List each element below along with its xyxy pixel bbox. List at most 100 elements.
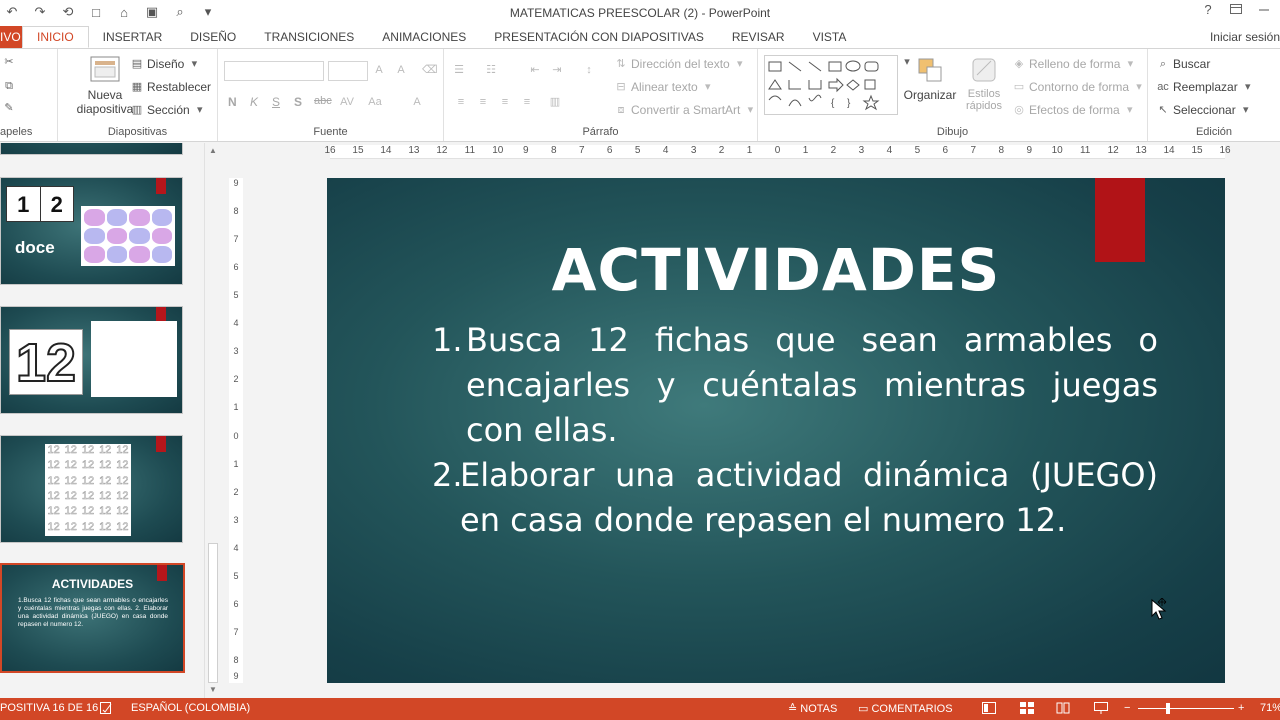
underline-button[interactable]: S <box>272 95 280 109</box>
scroll-up-icon[interactable]: ▲ <box>207 145 219 157</box>
font-size-input[interactable] <box>328 61 368 81</box>
font-group: A A ⌫ N K S S abc AV Aa A Fuente <box>218 49 444 141</box>
thumbnail-scrollbar[interactable]: ▲ ▼ <box>204 143 220 698</box>
zoom-slider-thumb[interactable] <box>1166 703 1170 714</box>
align-left-icon[interactable]: ≡ <box>454 95 468 109</box>
slide-thumbnail-13[interactable]: 1 2 doce <box>0 177 183 285</box>
minimize-icon[interactable] <box>1254 2 1274 17</box>
decrease-font-size-icon[interactable]: A <box>394 63 408 77</box>
increase-font-size-icon[interactable]: A <box>372 63 386 77</box>
bold-button[interactable]: N <box>228 95 237 109</box>
slide-thumbnail-14[interactable]: 12 <box>0 306 183 414</box>
slideshow-icon[interactable] <box>1094 702 1108 717</box>
bullets-icon[interactable]: ☰ <box>452 63 466 77</box>
tab-file[interactable]: IVO <box>0 26 22 48</box>
list-item-text: Busca 12 fichas que sean armables o enca… <box>466 321 1158 449</box>
zoom-slider[interactable] <box>1138 708 1234 709</box>
comments-button[interactable]: ▭ COMENTARIOS <box>858 702 953 715</box>
ribbon-display-options-icon[interactable] <box>1226 2 1246 17</box>
tab-animations[interactable]: ANIMACIONES <box>368 26 480 48</box>
clear-formatting-icon[interactable]: ⌫ <box>422 63 438 77</box>
chevron-down-icon: ▾ <box>1127 58 1134 70</box>
format-painter-icon[interactable]: ✎ <box>2 101 16 115</box>
layout-button[interactable]: ▤ Diseño ▾ <box>130 57 201 71</box>
align-right-icon[interactable]: ≡ <box>498 95 512 109</box>
number-practice-sheet: 12 12 12 12 12 12 12 12 12 12 12 12 12 12 12 12 12 12 1… <box>45 444 131 536</box>
clipboard-group: ✂ ⧉ ✎ apeles <box>0 49 58 141</box>
italic-button[interactable]: K <box>250 95 258 109</box>
tab-design[interactable]: DISEÑO <box>176 26 250 48</box>
scrollbar-thumb[interactable] <box>208 543 218 683</box>
ruler-tick-label: 2 <box>830 145 837 156</box>
comment-icon: ▭ <box>858 703 869 715</box>
reset-button[interactable]: ▦ Restablecer <box>130 80 211 94</box>
ruler-tick-label: 3 <box>690 145 697 156</box>
tab-slideshow[interactable]: PRESENTACIÓN CON DIAPOSITIVAS <box>480 26 718 48</box>
shapes-gallery[interactable]: { } <box>764 55 898 115</box>
arrange-button[interactable]: Organizar <box>902 55 958 102</box>
tab-review[interactable]: REVISAR <box>718 26 799 48</box>
notes-button[interactable]: ≙ NOTAS <box>788 702 837 715</box>
smartart-button[interactable]: ⧈ Convertir a SmartArt ▾ <box>614 103 757 117</box>
slide-thumbnail-15[interactable]: 12 12 12 12 12 12 12 12 12 12 12 12 12 12 12 12 12 12 1… <box>0 435 183 543</box>
quick-styles-button[interactable]: Estilos rápidos <box>962 55 1006 112</box>
language-status[interactable]: ESPAÑOL (COLOMBIA) <box>131 702 250 714</box>
ruler-tick-label: 2 <box>233 486 239 497</box>
slide-canvas[interactable]: ACTIVIDADES 1. Busca 12 fichas que sean … <box>327 178 1225 683</box>
tab-home[interactable]: INICIO <box>22 26 89 48</box>
slide-sorter-icon[interactable] <box>1020 702 1034 717</box>
zoom-in-icon[interactable]: + <box>1238 702 1244 714</box>
ruler-tick-label: 1 <box>233 458 239 469</box>
select-button[interactable]: ↖ Seleccionar ▾ <box>1156 103 1253 117</box>
slide-thumbnail-previous[interactable] <box>0 143 183 155</box>
replace-button[interactable]: ac Reemplazar ▾ <box>1156 80 1255 94</box>
shape-outline-button[interactable]: ▭ Contorno de forma ▾ <box>1012 80 1146 94</box>
new-slide-label-2: diapositiva <box>76 102 134 116</box>
number-word: doce <box>15 238 55 257</box>
section-button[interactable]: ▥ Sección ▾ <box>130 103 207 117</box>
align-text-button[interactable]: ⊟ Alinear texto ▾ <box>614 80 715 94</box>
help-icon[interactable]: ? <box>1198 2 1218 17</box>
ruler-tick-label: 5 <box>233 290 239 301</box>
strikethrough-button[interactable]: abc <box>314 95 332 107</box>
zoom-out-icon[interactable]: − <box>1124 702 1130 714</box>
tab-transitions[interactable]: TRANSICIONES <box>250 26 368 48</box>
ruler-tick-label: 13 <box>408 145 420 156</box>
new-slide-button[interactable]: Nueva diapositiva <box>72 55 138 116</box>
shape-effects-button[interactable]: ◎ Efectos de forma ▾ <box>1012 103 1137 117</box>
character-spacing-icon[interactable]: AV <box>340 95 354 109</box>
cut-icon[interactable]: ✂ <box>2 55 16 69</box>
justify-icon[interactable]: ≡ <box>520 95 534 109</box>
spellcheck-icon[interactable] <box>100 702 114 717</box>
shape-fill-button[interactable]: ◈ Relleno de forma ▾ <box>1012 57 1137 71</box>
ruler-tick-label: 2 <box>233 374 239 385</box>
decrease-indent-icon[interactable]: ⇤ <box>528 63 542 77</box>
copy-icon[interactable]: ⧉ <box>2 79 16 93</box>
tab-view[interactable]: VISTA <box>799 26 861 48</box>
slide-title[interactable]: ACTIVIDADES <box>327 236 1225 304</box>
scroll-down-icon[interactable]: ▼ <box>207 684 219 696</box>
shadow-button[interactable]: S <box>294 95 302 109</box>
ruler-tick-label: 7 <box>578 145 585 156</box>
slide-thumbnail-16[interactable]: ACTIVIDADES 1.Busca 12 fichas que sean a… <box>0 563 185 673</box>
slide-body-textbox[interactable]: 1. Busca 12 fichas que sean armables o e… <box>432 318 1158 543</box>
font-name-input[interactable] <box>224 61 324 81</box>
numbering-icon[interactable]: ☷ <box>484 63 498 77</box>
reading-view-icon[interactable] <box>1056 702 1070 717</box>
align-center-icon[interactable]: ≡ <box>476 95 490 109</box>
change-case-icon[interactable]: Aa <box>368 95 382 109</box>
tab-insert[interactable]: INSERTAR <box>89 26 177 48</box>
zoom-level[interactable]: 71% <box>1260 702 1280 714</box>
find-button[interactable]: ⌕ Buscar <box>1156 57 1210 71</box>
ruler-tick-label: 12 <box>436 145 448 156</box>
sign-in-link[interactable]: Iniciar sesión <box>1210 30 1280 44</box>
font-color-icon[interactable]: A <box>410 95 424 109</box>
ruler-tick-label: 3 <box>233 514 239 525</box>
line-spacing-icon[interactable]: ↕ <box>582 63 596 77</box>
text-direction-button[interactable]: ⇅ Dirección del texto ▾ <box>614 57 747 71</box>
normal-view-icon[interactable] <box>982 702 996 717</box>
slide-count-status: POSITIVA 16 DE 16 <box>0 702 99 714</box>
increase-indent-icon[interactable]: ⇥ <box>550 63 564 77</box>
columns-icon[interactable]: ▥ <box>548 95 562 109</box>
ruler-tick-label: 10 <box>492 145 504 156</box>
